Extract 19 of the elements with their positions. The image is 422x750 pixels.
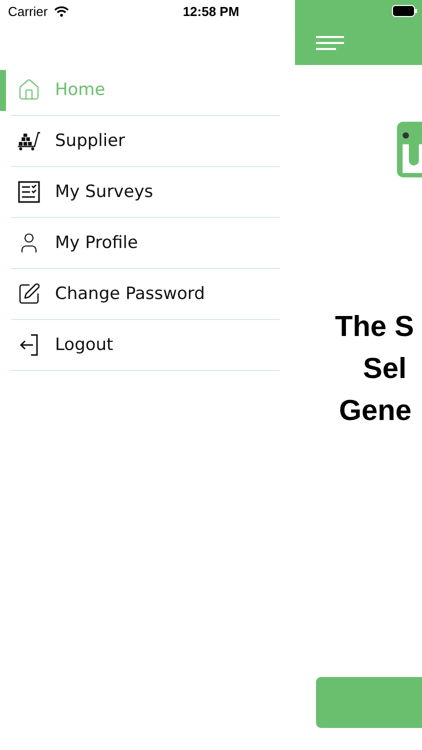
cart-with-boxes-icon — [17, 130, 41, 152]
menu-item[interactable]: My Surveys — [11, 167, 280, 218]
menu-item[interactable]: My Profile — [11, 218, 280, 269]
menu-item[interactable]: Supplier — [11, 116, 280, 167]
heading-text: Sel — [363, 352, 408, 387]
logout-icon — [18, 333, 40, 357]
checklist-icon — [18, 181, 40, 203]
edit-icon — [17, 282, 41, 306]
menu-item[interactable]: Change Password — [11, 269, 280, 320]
clock-text: 12:58 PM — [182, 4, 240, 18]
heading-text: Gene — [339, 394, 413, 429]
menu-item[interactable]: Logout — [11, 320, 280, 371]
home-icon — [17, 78, 41, 102]
heading-text: The S — [335, 310, 415, 345]
selection-indicator — [0, 70, 6, 111]
carrier-text: Carrier — [8, 4, 48, 18]
menu-icon[interactable] — [315, 35, 345, 51]
wifi-icon — [54, 6, 69, 16]
battery-icon — [392, 5, 418, 17]
